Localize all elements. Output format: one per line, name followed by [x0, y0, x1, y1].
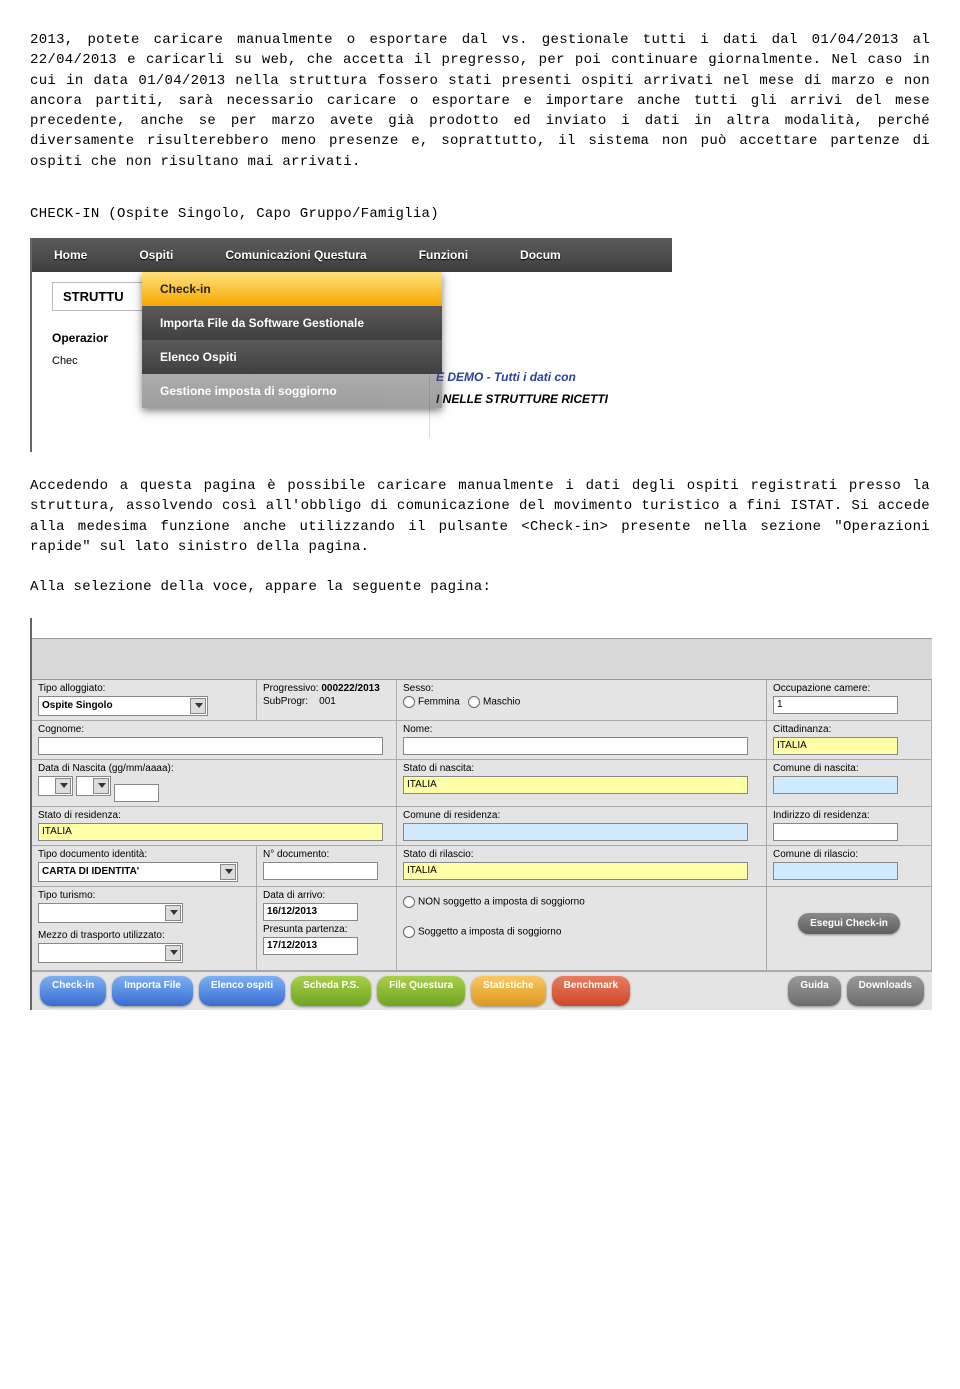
input-anno[interactable]	[114, 784, 159, 802]
paragraph-selection: Alla selezione della voce, appare la seg…	[30, 577, 930, 597]
radio-soggetto[interactable]	[403, 926, 415, 938]
field-comune-residenza: Comune di residenza:	[397, 807, 767, 846]
nav-funzioni[interactable]: Funzioni	[419, 248, 468, 262]
field-indirizzo-residenza: Indirizzo di residenza:	[767, 807, 932, 846]
select-tipo-documento[interactable]: CARTA DI IDENTITA'	[38, 862, 238, 882]
select-tipo-turismo[interactable]	[38, 903, 183, 923]
button-bar: Check-in Importa File Elenco ospiti Sche…	[32, 971, 932, 1010]
radio-non-soggetto[interactable]	[403, 896, 415, 908]
nav-ospiti[interactable]: Ospiti	[139, 248, 173, 262]
field-numero-documento: N° documento:	[257, 846, 397, 887]
btn-guida[interactable]: Guida	[788, 976, 840, 1006]
field-esegui: Esegui Check-in	[767, 887, 932, 971]
radio-maschio[interactable]	[468, 696, 480, 708]
field-stato-residenza: Stato di residenza: ITALIA	[32, 807, 397, 846]
demo-banner: E DEMO - Tutti i dati con I NELLE STRUTT…	[429, 362, 672, 438]
dropdown-importa[interactable]: Importa File da Software Gestionale	[142, 306, 442, 340]
btn-file-questura[interactable]: File Questura	[377, 976, 465, 1006]
field-cognome: Cognome:	[32, 721, 397, 760]
input-cognome[interactable]	[38, 737, 383, 755]
button-esegui-checkin[interactable]: Esegui Check-in	[798, 913, 900, 934]
field-comune-nascita: Comune di nascita:	[767, 760, 932, 807]
field-imposta: NON soggetto a imposta di soggiorno Sogg…	[397, 887, 767, 971]
select-giorno[interactable]	[38, 776, 73, 796]
field-occupazione: Occupazione camere: 1	[767, 680, 932, 721]
input-comune-rilascio[interactable]	[773, 862, 898, 880]
input-stato-nascita[interactable]: ITALIA	[403, 776, 748, 794]
dropdown-gestione[interactable]: Gestione imposta di soggiorno	[142, 374, 442, 408]
field-progressivo: Progressivo: 000222/2013 SubProgr: 001	[257, 680, 397, 721]
radio-femmina[interactable]	[403, 696, 415, 708]
demo-line2: I NELLE STRUTTURE RICETTI	[436, 392, 666, 406]
btn-downloads[interactable]: Downloads	[847, 976, 924, 1006]
input-occupazione[interactable]: 1	[773, 696, 898, 714]
field-stato-rilascio: Stato di rilascio: ITALIA	[397, 846, 767, 887]
field-cittadinanza: Cittadinanza: ITALIA	[767, 721, 932, 760]
field-nome: Nome:	[397, 721, 767, 760]
nav-home[interactable]: Home	[54, 248, 87, 262]
input-indirizzo-residenza[interactable]	[773, 823, 898, 841]
field-comune-rilascio: Comune di rilascio:	[767, 846, 932, 887]
paragraph-intro: 2013, potete caricare manualmente o espo…	[30, 30, 930, 172]
btn-checkin[interactable]: Check-in	[40, 976, 106, 1006]
nav-docum[interactable]: Docum	[520, 248, 561, 262]
heading-checkin: CHECK-IN (Ospite Singolo, Capo Gruppo/Fa…	[30, 206, 930, 222]
screenshot-form: Tipo alloggiato: Ospite Singolo Progress…	[30, 618, 932, 1010]
field-tipo-alloggiato: Tipo alloggiato: Ospite Singolo	[32, 680, 257, 721]
ospiti-dropdown: Check-in Importa File da Software Gestio…	[142, 272, 442, 408]
screenshot-menu: Home Ospiti Comunicazioni Questura Funzi…	[30, 238, 672, 452]
btn-scheda[interactable]: Scheda P.S.	[291, 976, 371, 1006]
nav-comunicazioni[interactable]: Comunicazioni Questura	[225, 248, 366, 262]
field-turismo-trasporto: Tipo turismo: Mezzo di trasporto utilizz…	[32, 887, 257, 971]
struttura-box: STRUTTU	[52, 282, 144, 311]
btn-benchmark[interactable]: Benchmark	[552, 976, 630, 1006]
select-mese[interactable]	[76, 776, 111, 796]
input-stato-residenza[interactable]: ITALIA	[38, 823, 383, 841]
input-nome[interactable]	[403, 737, 748, 755]
btn-elenco[interactable]: Elenco ospiti	[199, 976, 285, 1006]
field-data-nascita: Data di Nascita (gg/mm/aaaa):	[32, 760, 397, 807]
input-presunta-partenza[interactable]: 17/12/2013	[263, 937, 358, 955]
btn-importa[interactable]: Importa File	[112, 976, 193, 1006]
input-comune-nascita[interactable]	[773, 776, 898, 794]
field-tipo-documento: Tipo documento identità: CARTA DI IDENTI…	[32, 846, 257, 887]
paragraph-access: Accedendo a questa pagina è possibile ca…	[30, 476, 930, 557]
input-cittadinanza[interactable]: ITALIA	[773, 737, 898, 755]
btn-statistiche[interactable]: Statistiche	[471, 976, 546, 1006]
input-data-arrivo[interactable]: 16/12/2013	[263, 903, 358, 921]
input-comune-residenza[interactable]	[403, 823, 748, 841]
dropdown-elenco[interactable]: Elenco Ospiti	[142, 340, 442, 374]
select-mezzo-trasporto[interactable]	[38, 943, 183, 963]
field-sesso: Sesso: Femmina Maschio	[397, 680, 767, 721]
input-numero-documento[interactable]	[263, 862, 378, 880]
dropdown-checkin[interactable]: Check-in	[142, 272, 442, 306]
demo-line1: E DEMO - Tutti i dati con	[436, 370, 666, 384]
field-stato-nascita: Stato di nascita: ITALIA	[397, 760, 767, 807]
select-tipo-alloggiato[interactable]: Ospite Singolo	[38, 696, 208, 716]
navbar: Home Ospiti Comunicazioni Questura Funzi…	[32, 238, 672, 272]
input-stato-rilascio[interactable]: ITALIA	[403, 862, 748, 880]
field-date: Data di arrivo: 16/12/2013 Presunta part…	[257, 887, 397, 971]
